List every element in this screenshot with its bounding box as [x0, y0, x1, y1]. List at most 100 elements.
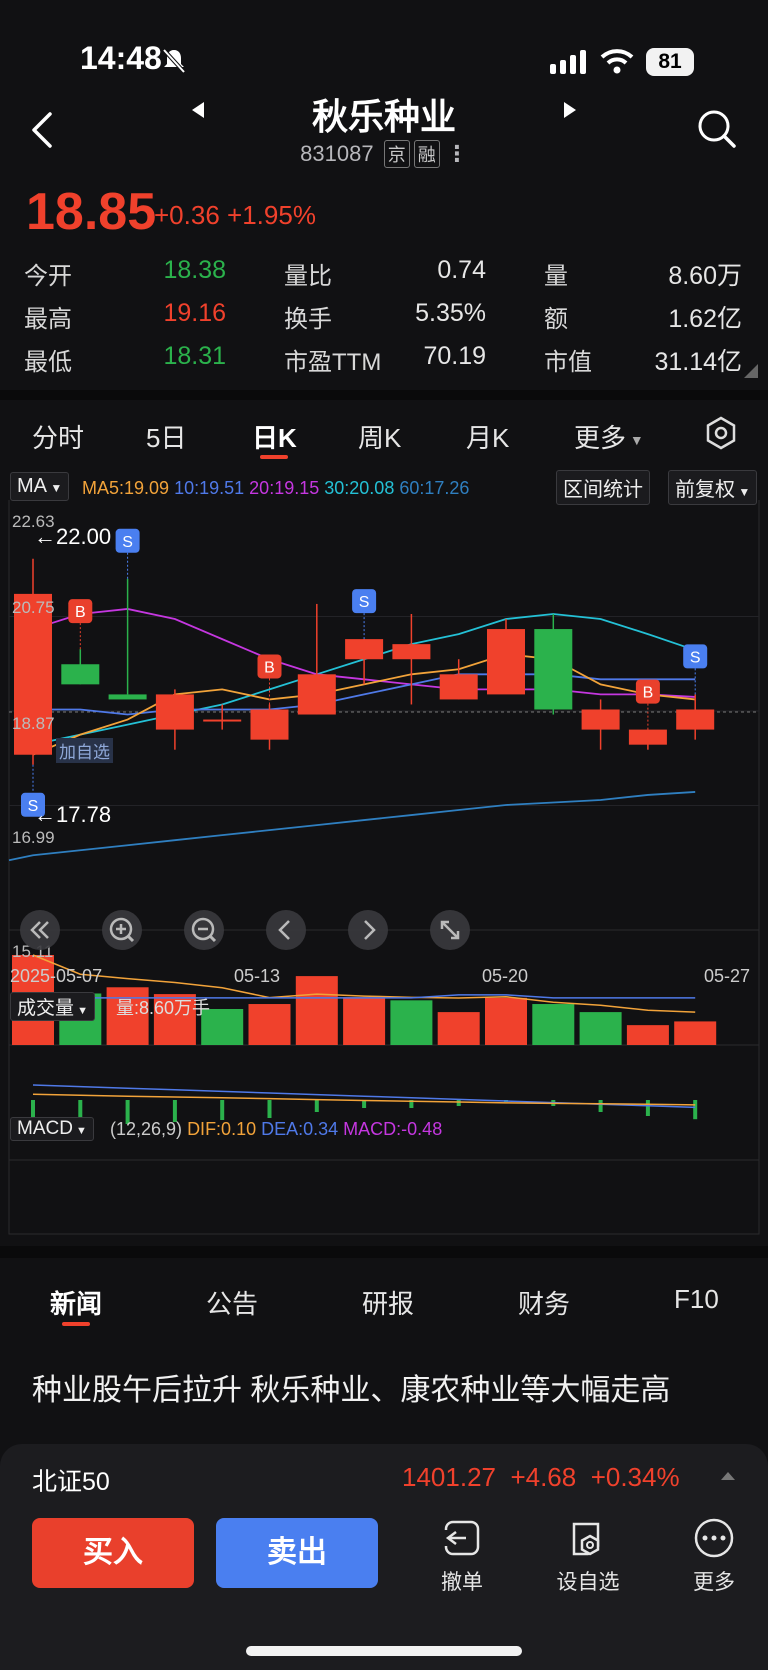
kline-chart[interactable]: BSBSBSS [0, 500, 768, 1260]
dropdown-arrow-icon: ▼ [72, 1125, 87, 1137]
scroll-right-button[interactable] [348, 910, 388, 950]
news-headline[interactable]: 种业股午后拉升 秋乐种业、康农种业等大幅走高 [32, 1368, 732, 1436]
macd-selector[interactable]: MACD ▼ [10, 1117, 94, 1141]
chevron-left-icon [278, 920, 290, 940]
signal-label: S [359, 594, 370, 611]
tab-news[interactable]: 新闻 [50, 1284, 102, 1321]
candle-body [487, 629, 525, 695]
index-change: +4.68 [510, 1462, 577, 1492]
tab-announcements[interactable]: 公告 [206, 1284, 258, 1321]
volume-bar [343, 997, 386, 1045]
dropdown-arrow-icon: ▼ [74, 1005, 88, 1017]
fullscreen-button[interactable] [430, 910, 470, 950]
wifi-icon [600, 49, 634, 74]
adjust-label: 前复权 [675, 479, 735, 501]
tab-more[interactable]: 更多 ▼ [574, 418, 644, 455]
stat-value: 31.14亿 [654, 348, 742, 376]
more-dots-icon [694, 1518, 734, 1558]
dropdown-arrow-icon: ▼ [47, 481, 63, 495]
stat-label: 额 [544, 306, 568, 333]
candle-body [203, 719, 242, 722]
tab-monthly-k[interactable]: 月K [466, 418, 509, 455]
ma60-value: 60:17.26 [399, 478, 470, 498]
stat-value: 1.62亿 [668, 305, 742, 333]
candle-body [392, 644, 431, 660]
volume-summary: 量:8.60万手 [116, 998, 211, 1018]
stat-label: 换手 [284, 306, 332, 333]
candle-body [297, 674, 336, 715]
expand-corner-icon[interactable] [744, 364, 758, 378]
macd-histogram-bar [220, 1100, 225, 1120]
zoom-in-button[interactable] [102, 910, 142, 950]
market-tag: 京 [383, 140, 410, 168]
volume-bar [626, 1025, 669, 1045]
tab-f10[interactable]: F10 [674, 1284, 719, 1315]
dea-value: DEA:0.34 [261, 1119, 339, 1139]
next-stock-icon[interactable] [560, 100, 580, 120]
candle-body [155, 694, 194, 730]
signal-label: B [264, 659, 275, 676]
buy-button[interactable]: 买入 [32, 1518, 194, 1588]
news-tab-underline [62, 1322, 90, 1326]
candle-body [108, 694, 147, 700]
zoom-out-button[interactable] [184, 910, 224, 950]
add-watchlist-button[interactable]: 设自选 [548, 1516, 628, 1606]
chevron-up-icon[interactable] [720, 1470, 736, 1482]
tab-intraday[interactable]: 分时 [32, 418, 84, 455]
macd-value: MACD:-0.48 [343, 1119, 443, 1139]
index-value: 1401.27 [402, 1462, 496, 1492]
tab-finance[interactable]: 财务 [518, 1284, 570, 1321]
undo-icon [440, 1520, 480, 1556]
sell-button[interactable]: 卖出 [216, 1518, 378, 1588]
volume-bar [295, 976, 338, 1045]
more-button[interactable]: 更多 [674, 1516, 754, 1606]
tab-weekly-k[interactable]: 周K [358, 418, 401, 455]
y-axis-label: 16.99 [12, 828, 55, 847]
dropdown-arrow-icon: ▼ [626, 432, 644, 449]
macd-histogram-bar [693, 1100, 698, 1120]
macd-params: (12,26,9) [110, 1119, 183, 1139]
add-watch-tag[interactable]: 加自选 [56, 738, 113, 763]
ma-selector-label: MA [17, 475, 47, 497]
candle-body [628, 729, 667, 745]
stat-label: 最低 [24, 349, 72, 376]
macd-histogram-bar [598, 1100, 603, 1112]
more-dots-icon[interactable]: ⋮ [446, 141, 468, 166]
y-axis-label: 20.75 [12, 598, 55, 617]
tab-5day[interactable]: 5日 [146, 418, 186, 455]
settings-hex-icon[interactable] [704, 416, 738, 450]
candle-body [581, 709, 620, 730]
stat-value: 5.35% [415, 299, 486, 327]
scroll-left-button[interactable] [266, 910, 306, 950]
cancel-order-button[interactable]: 撤单 [422, 1516, 502, 1606]
stat-value: 19.16 [163, 299, 226, 327]
macd-values: (12,26,9) DIF:0.10 DEA:0.34 MACD:-0.48 [110, 1119, 442, 1140]
volume-bar [248, 1004, 291, 1045]
tab-daily-k[interactable]: 日K [252, 418, 297, 455]
signal-label: S [122, 534, 133, 551]
stat-value: 18.38 [163, 256, 226, 284]
volume-bar [532, 1004, 575, 1045]
rewind-button[interactable] [20, 910, 60, 950]
tab-underline [260, 455, 288, 459]
status-time: 14:48 [80, 40, 162, 76]
volume-selector[interactable]: 成交量 ▼ [10, 992, 95, 1021]
ma5-value: MA5:19.09 [82, 478, 170, 498]
chevron-right-icon [364, 920, 376, 940]
zoom-in-icon [109, 917, 135, 943]
ma-selector[interactable]: MA ▼ [10, 472, 70, 501]
bell-muted-icon [162, 48, 186, 74]
section-divider [0, 390, 768, 400]
current-price: 18.85 [26, 183, 157, 241]
tab-research[interactable]: 研报 [362, 1284, 414, 1321]
watchlist-settings-icon [572, 1522, 600, 1556]
add-watchlist-label: 设自选 [556, 1571, 620, 1594]
stat-value: 0.74 [437, 256, 486, 284]
battery-indicator: 81 [646, 48, 694, 76]
x-tick-label: 05-27 [704, 966, 751, 986]
ma-values: MA5:19.09 10:19.51 20:19.15 30:20.08 60:… [82, 478, 469, 499]
tab-more-label: 更多 [574, 423, 627, 453]
x-tick-label: 05-13 [234, 966, 281, 986]
signal-label: B [643, 685, 654, 702]
stat-value: 70.19 [423, 342, 486, 370]
